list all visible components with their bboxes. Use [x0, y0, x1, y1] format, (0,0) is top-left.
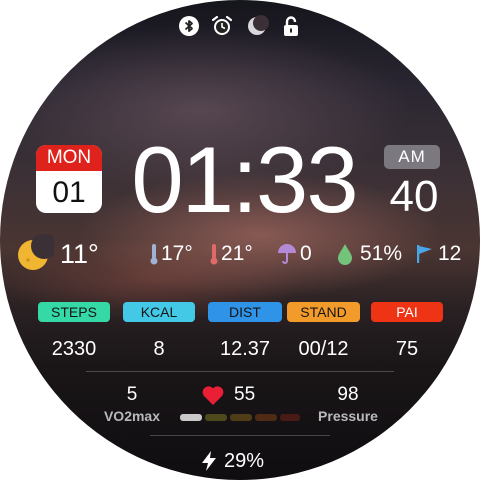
kcal-value: 8 [153, 338, 165, 360]
bluetooth-icon [177, 14, 201, 38]
steps-value: 2330 [51, 338, 97, 360]
day-number: 01 [52, 176, 86, 209]
heart-zone-segment [255, 414, 277, 421]
moon-icon [14, 233, 57, 274]
heart-icon [201, 384, 225, 406]
pressure-value[interactable]: 98 [318, 383, 378, 407]
alarm-icon [210, 14, 234, 38]
divider [86, 371, 394, 372]
current-temperature[interactable]: 11° [60, 236, 120, 272]
lock-icon [279, 14, 303, 38]
kcal-tag[interactable]: KCAL [123, 302, 195, 322]
vo2max-value[interactable]: 5 [102, 383, 162, 407]
clock-seconds: 40 [389, 172, 439, 221]
battery-percent[interactable]: 29% [224, 448, 304, 474]
pai-value: 75 [395, 338, 419, 360]
umbrella-icon [276, 242, 298, 266]
heart-zone-segment [205, 414, 227, 421]
stand-tag[interactable]: STAND [287, 302, 360, 322]
clock-time[interactable]: 01:33 [106, 132, 382, 228]
bolt-icon [199, 450, 219, 472]
do-not-disturb-icon [245, 14, 269, 38]
heart-zone-segment [230, 414, 252, 421]
steps-tag[interactable]: STEPS [38, 302, 110, 322]
wind-value: 12 [438, 242, 462, 265]
pai-tag[interactable]: PAI [371, 302, 443, 322]
watch-face: MON 01 01:33 AM 40 11° 17° 21° 0 51% 12 … [0, 0, 480, 480]
divider [150, 435, 330, 436]
vo2max-label: VO2max [103, 408, 161, 424]
weekday-label: MON [36, 145, 102, 171]
humidity-icon [334, 242, 356, 266]
heart-zone-segment [180, 414, 202, 421]
low-temperature: 17° [161, 242, 193, 265]
heart-zone-segment [280, 414, 300, 421]
wind-flag-icon [414, 242, 436, 266]
heart-rate-value[interactable]: 55 [234, 383, 278, 407]
high-temperature: 21° [221, 242, 253, 265]
dist-value: 12.37 [219, 338, 271, 360]
date-badge[interactable]: MON 01 [36, 145, 102, 213]
precipitation-value: 0 [300, 242, 312, 265]
pressure-label: Pressure [318, 408, 378, 424]
stand-value: 00/12 [298, 338, 349, 360]
humidity-value: 51% [360, 242, 403, 265]
ampm-badge: AM [384, 145, 440, 169]
dist-tag[interactable]: DIST [208, 302, 282, 322]
